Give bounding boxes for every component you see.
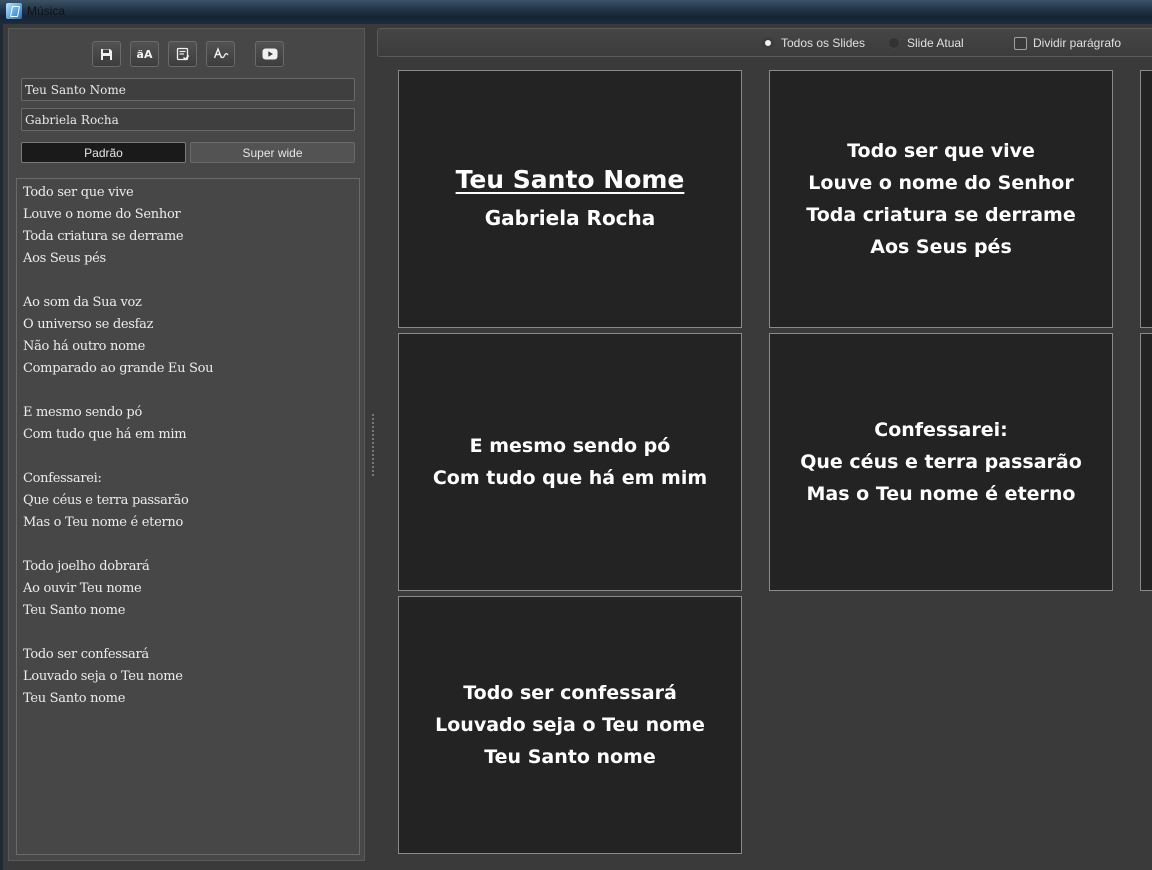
radio-unselected-icon (888, 37, 900, 49)
slides-grid: Teu Santo Nome Gabriela Rocha Todo ser q… (377, 61, 1152, 870)
lyric-line: Todo ser que vive (23, 185, 134, 200)
split-paragraph-label: Dividir parágrafo (1033, 36, 1122, 50)
slide-line: Mas o Teu nome é eterno (806, 483, 1076, 505)
split-paragraph-checkbox[interactable]: Dividir parágrafo (1014, 36, 1121, 50)
lyric-line: Mas o Teu nome é eterno (23, 515, 183, 530)
format-standard-button[interactable]: Padrão (21, 142, 186, 163)
slide-line: Com tudo que há em mim (432, 467, 708, 489)
lyric-line: E mesmo sendo pó (23, 405, 142, 420)
main-window: äA Teu Santo Nome Gabriela Rocha Padrão … (0, 24, 1152, 870)
spellcheck-button[interactable] (206, 41, 235, 67)
artist-input[interactable] (21, 108, 355, 131)
lyric-line: Todo ser confessará (23, 647, 149, 662)
lyric-line: Ao som da Sua voz (23, 295, 142, 310)
radio-selected-icon (762, 37, 774, 49)
checklist-button[interactable] (168, 41, 197, 67)
lyric-line (23, 534, 353, 556)
radio-current-slide[interactable]: Slide Atual (888, 36, 964, 50)
lyric-line: Comparado ao grande Eu Sou (23, 361, 214, 376)
lyric-line: Aos Seus pés (23, 251, 106, 266)
slide-5[interactable]: Todo ser confessará Louvado seja o Teu n… (398, 596, 742, 854)
lyric-line: Que céus e terra passarão (23, 493, 189, 508)
lyric-line (23, 270, 353, 292)
save-button[interactable] (92, 41, 121, 67)
lyric-line: Com tudo que há em mim (23, 427, 187, 442)
lyric-line: Todo joelho dobrará (23, 559, 150, 574)
slide-options-bar: Todos os Slides Slide Atual Dividir pará… (377, 28, 1152, 57)
save-icon (101, 48, 112, 60)
slide-line: Aos Seus pés (870, 236, 1012, 258)
slide-line: Todo ser que vive (847, 140, 1035, 162)
slide-title[interactable]: Teu Santo Nome Gabriela Rocha (398, 70, 742, 328)
title-bar: Música (0, 0, 1152, 24)
slide-3[interactable]: E mesmo sendo pó Com tudo que há em mim (398, 333, 742, 591)
lyric-line: Toda criatura se derrame (23, 229, 184, 244)
window-title: Música (27, 4, 66, 18)
lyric-line (23, 622, 353, 644)
checklist-icon (176, 47, 189, 61)
lyric-line: O universo se desfaz (23, 317, 154, 332)
lyric-line: Teu Santo nome (23, 691, 126, 706)
lyric-line: Louvado seja o Teu nome (23, 669, 183, 684)
youtube-button[interactable] (255, 41, 284, 67)
lyrics-editor[interactable]: Todo ser que vive Louve o nome do Senhor T… (16, 178, 360, 855)
slide-line: Teu Santo nome (484, 746, 656, 768)
slide-line: Que céus e terra passarão (800, 451, 1082, 473)
youtube-icon (262, 48, 277, 60)
radio-current-slide-label: Slide Atual (907, 36, 964, 50)
lyric-line: Ao ouvir Teu nome (23, 581, 142, 596)
lyric-line: Não há outro nome (23, 339, 146, 354)
lyric-line: Confessarei: (23, 471, 102, 486)
radio-all-slides-label: Todos os Slides (781, 36, 866, 50)
slide-line: Confessarei: (874, 419, 1008, 441)
app-icon (6, 3, 22, 19)
slide-line: E mesmo sendo pó (469, 435, 671, 457)
slide-title-text: Teu Santo Nome (455, 165, 685, 194)
editor-panel: äA Teu Santo Nome Gabriela Rocha Padrão … (8, 28, 365, 861)
slide-4[interactable]: Confessarei: Que céus e terra passarão M… (769, 333, 1113, 591)
slide-line: Louve o nome do Senhor (808, 172, 1074, 194)
radio-all-slides[interactable]: Todos os Slides (762, 36, 865, 50)
panel-splitter-handle[interactable] (372, 414, 376, 476)
lyric-line: Louve o nome do Senhor (23, 207, 181, 222)
slide-line: Toda criatura se derrame (806, 204, 1076, 226)
title-input[interactable] (21, 78, 355, 101)
checkbox-icon (1014, 36, 1027, 50)
slide-line: Louvado seja o Teu nome (435, 714, 705, 736)
slide-artist-text: Gabriela Rocha (484, 206, 656, 230)
font-icon: äA (136, 47, 153, 61)
slide-2[interactable]: Todo ser que vive Louve o nome do Senhor… (769, 70, 1113, 328)
slide-partial-2[interactable] (1140, 333, 1152, 591)
lyric-line (23, 446, 353, 468)
lyric-line: Teu Santo nome (23, 603, 126, 618)
slide-line: Todo ser confessará (463, 682, 677, 704)
format-superwide-button[interactable]: Super wide (190, 142, 355, 163)
lyric-line (23, 380, 353, 402)
slide-partial-1[interactable] (1140, 70, 1152, 328)
font-button[interactable]: äA (130, 41, 159, 67)
spellcheck-icon (213, 47, 229, 59)
